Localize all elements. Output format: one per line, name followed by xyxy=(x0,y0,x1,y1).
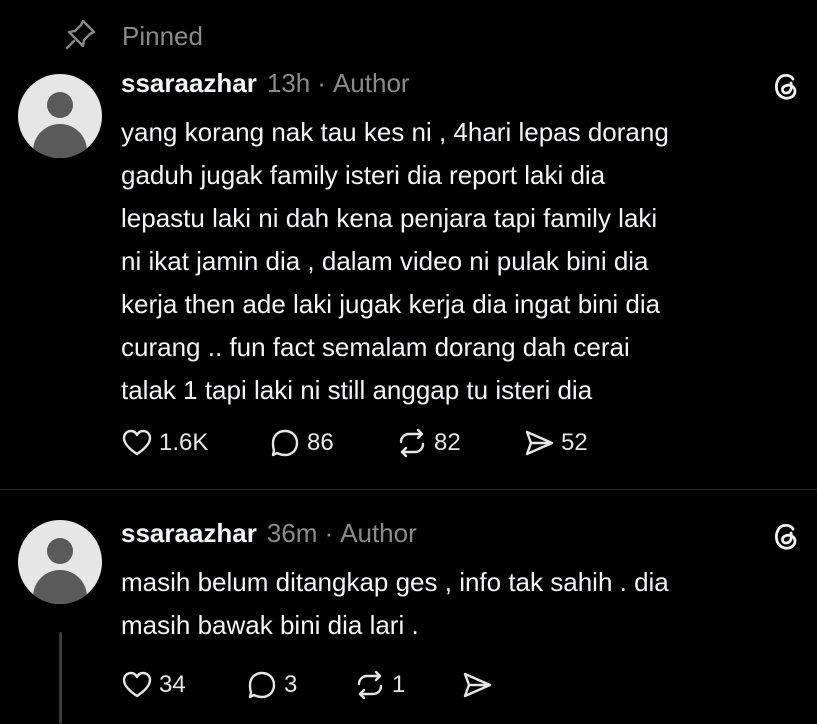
divider xyxy=(0,489,817,490)
pinned-label: Pinned xyxy=(122,20,203,51)
post-time[interactable]: 36m xyxy=(267,518,318,549)
comment-icon xyxy=(248,671,276,699)
threads-icon[interactable] xyxy=(770,70,802,102)
like-count: 1.6K xyxy=(159,429,209,456)
reply-count: 3 xyxy=(284,671,298,698)
heart-icon xyxy=(122,671,152,698)
repost-icon xyxy=(357,670,383,700)
repost-icon xyxy=(399,428,425,458)
repost-count: 82 xyxy=(434,429,461,456)
threads-icon[interactable] xyxy=(770,520,802,552)
avatar[interactable] xyxy=(18,520,102,604)
username[interactable]: ssaraazhar xyxy=(121,68,257,99)
post-header: ssaraazhar 13h · Author xyxy=(121,68,410,99)
share-button[interactable] xyxy=(461,667,499,703)
like-button[interactable]: 34 xyxy=(121,667,186,703)
reply-button[interactable]: 3 xyxy=(246,667,297,703)
post-time[interactable]: 13h xyxy=(267,68,310,99)
separator: · xyxy=(324,518,334,548)
send-icon xyxy=(463,672,492,698)
post-header: ssaraazhar 36m · Author xyxy=(121,518,417,549)
thread-line xyxy=(59,632,62,724)
repost-count: 1 xyxy=(392,671,406,698)
like-count: 34 xyxy=(159,671,186,698)
author-badge: Author xyxy=(332,68,410,98)
repost-button[interactable]: 82 xyxy=(396,425,461,461)
reply-count: 86 xyxy=(307,429,334,456)
pinned-indicator: Pinned xyxy=(64,16,203,56)
author-badge: Author xyxy=(340,518,417,548)
avatar[interactable] xyxy=(18,74,102,158)
post-text: yang korang nak tau kes ni , 4hari lepas… xyxy=(121,117,669,405)
username[interactable]: ssaraazhar xyxy=(121,518,257,549)
separator: · xyxy=(317,68,326,98)
share-count: 52 xyxy=(561,429,588,456)
send-icon xyxy=(525,430,554,456)
like-button[interactable]: 1.6K xyxy=(121,425,208,461)
repost-button[interactable]: 1 xyxy=(354,667,405,703)
post-text: masih belum ditangkap ges , info tak sah… xyxy=(121,567,669,640)
comment-icon xyxy=(271,429,299,457)
pin-icon xyxy=(64,17,98,56)
reply-button[interactable]: 86 xyxy=(269,425,334,461)
share-button[interactable]: 52 xyxy=(523,425,588,461)
heart-icon xyxy=(122,429,152,456)
